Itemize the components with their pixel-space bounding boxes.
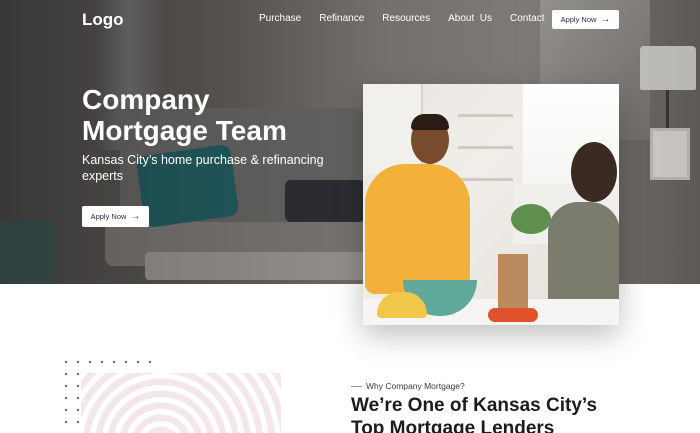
nav-purchase[interactable]: Purchase <box>259 13 301 24</box>
section-title-line2: Top Mortgage Lenders <box>351 418 555 433</box>
nav-contact[interactable]: Contact <box>510 13 544 24</box>
eyebrow-rule <box>351 385 362 387</box>
nav-about-us[interactable]: About Us <box>448 13 492 24</box>
nav-refinance[interactable]: Refinance <box>319 13 364 24</box>
hero-title-line2: Mortgage Team <box>82 115 287 146</box>
arrow-right-icon: → <box>600 13 611 25</box>
hero-title-line1: Company <box>82 84 210 115</box>
kitchen-photo <box>363 84 619 325</box>
apply-now-hero-button[interactable]: Apply Now → <box>82 206 149 227</box>
woman-head <box>571 142 617 202</box>
section-eyebrow: Why Company Mortgage? <box>351 381 465 391</box>
eyebrow-text: Why Company Mortgage? <box>366 381 465 391</box>
section-title-line1: We’re One of Kansas City’s <box>351 395 598 416</box>
shelf <box>458 114 513 117</box>
plant <box>511 204 551 234</box>
man-hair <box>411 114 449 130</box>
texture-image <box>81 373 281 433</box>
arrow-right-icon: → <box>130 210 141 222</box>
apply-now-nav-button[interactable]: Apply Now → <box>552 10 619 29</box>
apply-now-label: Apply Now <box>90 212 127 221</box>
man-shirt <box>365 164 470 294</box>
nav-resources[interactable]: Resources <box>382 13 430 24</box>
section-title: We’re One of Kansas City’s Top Mortgage … <box>351 394 651 433</box>
shelf <box>458 178 513 181</box>
woman-sweater <box>548 202 619 312</box>
paper-bag <box>498 254 528 310</box>
tomatoes <box>488 308 538 322</box>
main-nav: Purchase Refinance Resources About Us Co… <box>259 13 562 24</box>
shelf <box>458 146 513 149</box>
apply-now-label: Apply Now <box>560 15 597 24</box>
logo[interactable]: Logo <box>82 10 124 30</box>
hero-title: Company Mortgage Team <box>82 84 362 146</box>
hero-subtitle: Kansas City’s home purchase & refinancin… <box>82 153 324 183</box>
